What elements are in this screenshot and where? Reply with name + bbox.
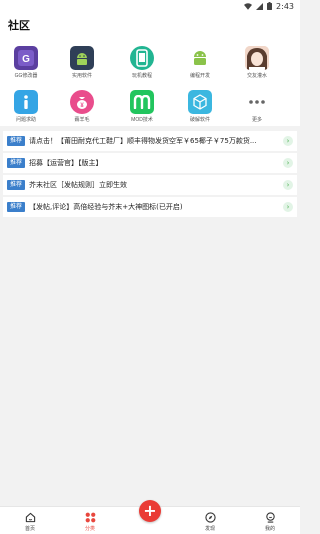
recommend-tag: 推荐 (7, 158, 26, 168)
category-phone-tutorial[interactable]: 玩机教程 (117, 38, 167, 80)
info-icon (14, 90, 38, 114)
cube-icon (188, 90, 212, 114)
category-label: MOD技术 (131, 117, 153, 123)
category-grid: G GG修改器 实用软件 玩机教程 编程开发 交友灌水 问题求助 ¥ 薅羊毛 M… (0, 38, 300, 126)
nav-discover[interactable]: 发现 (190, 507, 230, 534)
chevron-right-icon: › (283, 136, 293, 146)
category-useful-software[interactable]: 实用软件 (57, 38, 107, 80)
phone-teal-icon (130, 46, 154, 70)
category-mod-tech[interactable]: MOD技术 (117, 82, 167, 124)
feed-item-title: 【发帖,评论】高倍经验与芥末+大神图标(已开启) (29, 203, 183, 211)
add-post-button[interactable]: + (139, 500, 161, 522)
category-label: 玩机教程 (131, 73, 152, 79)
gg-app-icon: G (14, 46, 38, 70)
category-cracked-software[interactable]: 破解软件 (175, 82, 225, 124)
recommended-feed: 推荐 请点击！【莆田耐克代工鞋厂】顺丰得物发货空军￥65椰子￥75万款货... … (3, 131, 297, 219)
android-robot-icon (188, 46, 212, 70)
signal-icon (256, 2, 264, 10)
avatar-photo-icon (245, 46, 269, 70)
svg-text:G: G (22, 54, 30, 65)
home-icon (24, 511, 36, 523)
recommend-tag: 推荐 (7, 202, 26, 212)
page-title: 社区 (8, 19, 30, 32)
category-programming[interactable]: 编程开发 (175, 38, 225, 80)
chevron-right-icon: › (283, 158, 293, 168)
feed-item[interactable]: 推荐 芥末社区［发帖规则］立即生效 › (3, 175, 297, 195)
compass-icon (204, 511, 216, 523)
category-deals[interactable]: ¥ 薅羊毛 (57, 82, 107, 124)
nav-label: 分类 (84, 526, 95, 532)
category-label: 交友灌水 (246, 73, 267, 79)
feed-item-title: 芥末社区［发帖规则］立即生效 (29, 181, 128, 189)
category-label: 薅羊毛 (74, 117, 90, 123)
category-grid-icon (84, 511, 96, 523)
nav-label: 发现 (204, 526, 215, 532)
category-label: 实用软件 (71, 73, 92, 79)
feed-item[interactable]: 推荐 【发帖,评论】高倍经验与芥末+大神图标(已开启) › (3, 197, 297, 217)
nav-category[interactable]: 分类 (70, 507, 110, 534)
category-label: 编程开发 (189, 73, 210, 79)
category-social-chat[interactable]: 交友灌水 (232, 38, 282, 80)
feed-item[interactable]: 推荐 招募【运营官】【版主】 › (3, 153, 297, 173)
nav-label: 我的 (264, 526, 275, 532)
wifi-icon (244, 2, 253, 10)
feed-item-title: 请点击！【莆田耐克代工鞋厂】顺丰得物发货空军￥65椰子￥75万款货... (29, 137, 257, 145)
category-help[interactable]: 问题求助 (1, 82, 51, 124)
feed-item-title: 招募【运营官】【版主】 (29, 159, 103, 167)
more-dots-icon (245, 90, 269, 114)
nav-home[interactable]: 首页 (10, 507, 50, 534)
recommend-tag: 推荐 (7, 136, 26, 146)
category-label: 更多 (251, 117, 262, 123)
recommend-tag: 推荐 (7, 180, 26, 190)
app-header: 社区 (0, 12, 300, 38)
clock-time: 2:43 (276, 1, 294, 11)
feed-item[interactable]: 推荐 请点击！【莆田耐克代工鞋厂】顺丰得物发货空军￥65椰子￥75万款货... … (3, 131, 297, 151)
money-bag-icon: ¥ (70, 90, 94, 114)
android-dark-app-icon (70, 46, 94, 70)
status-bar: 2:43 (0, 0, 300, 12)
category-gg-modifier[interactable]: G GG修改器 (1, 38, 51, 80)
nav-label: 首页 (24, 526, 35, 532)
category-more[interactable]: 更多 (232, 82, 282, 124)
category-label: 问题求助 (15, 117, 36, 123)
category-label: 破解软件 (189, 117, 210, 123)
chevron-right-icon: › (283, 180, 293, 190)
mod-m-icon (130, 90, 154, 114)
nav-mine[interactable]: 我的 (250, 507, 290, 534)
category-label: GG修改器 (14, 73, 38, 79)
battery-icon (267, 2, 273, 10)
chevron-right-icon: › (283, 202, 293, 212)
category-row-2: 问题求助 ¥ 薅羊毛 MOD技术 破解软件 更多 (0, 82, 300, 124)
category-row-1: G GG修改器 实用软件 玩机教程 编程开发 交友灌水 (0, 38, 300, 80)
profile-icon (264, 511, 276, 523)
